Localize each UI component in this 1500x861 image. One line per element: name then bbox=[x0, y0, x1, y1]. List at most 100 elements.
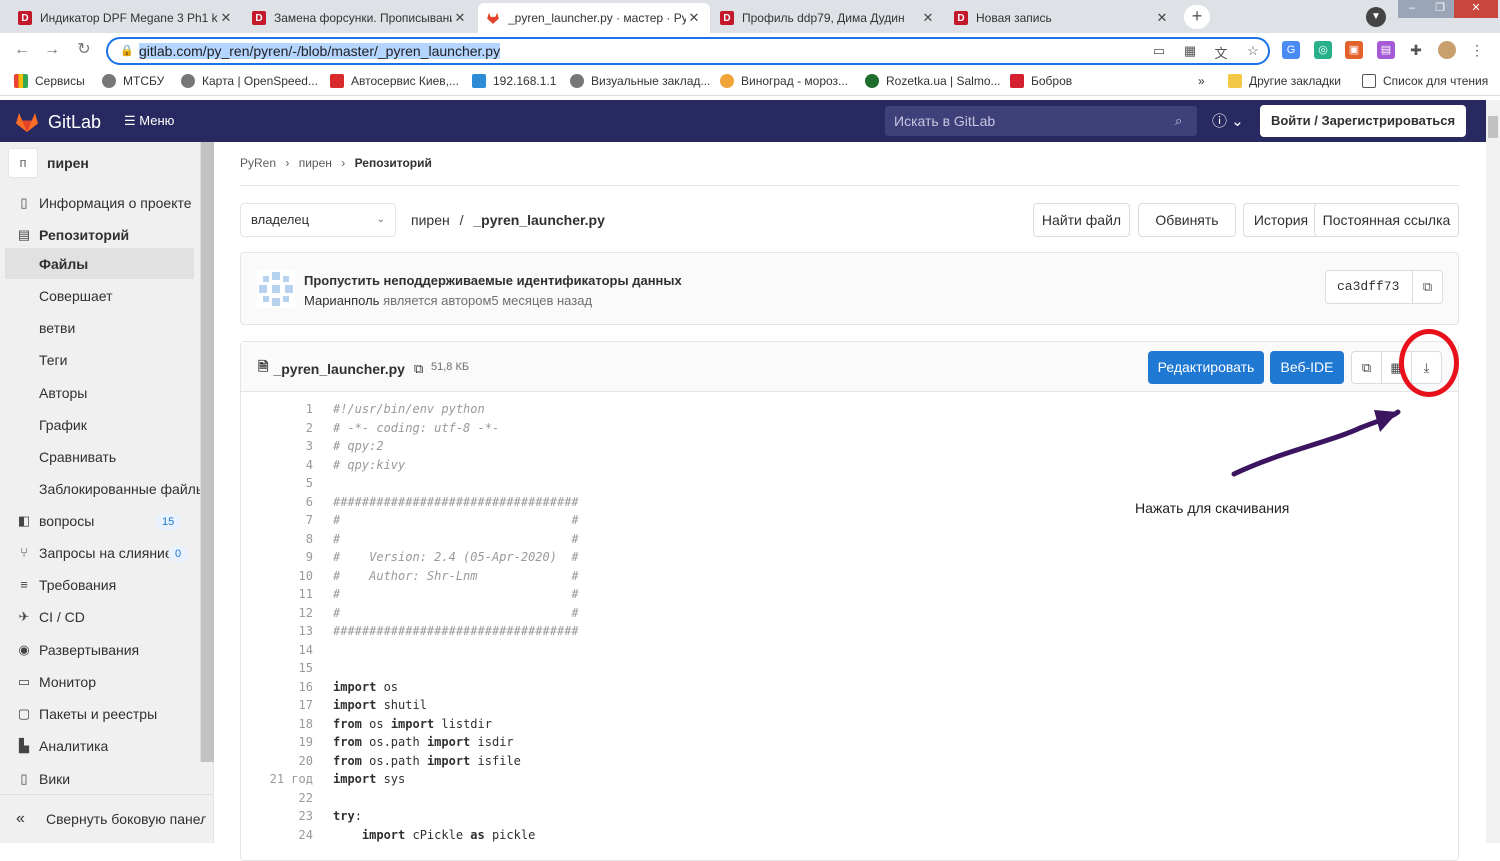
browser-tab[interactable]: D Замена форсунки. Прописывание ✕ bbox=[244, 3, 476, 33]
line-number[interactable]: 19 bbox=[241, 735, 313, 749]
commit-sha-box[interactable]: ca3dff73 ⧉ bbox=[1325, 270, 1443, 304]
new-tab-button[interactable]: + bbox=[1184, 5, 1210, 29]
breadcrumb-item[interactable]: Репозиторий bbox=[355, 156, 432, 170]
bookmark-item[interactable]: Сервисы bbox=[14, 74, 85, 88]
close-tab-icon[interactable]: ✕ bbox=[920, 10, 936, 26]
profile-avatar[interactable] bbox=[1438, 41, 1456, 59]
line-number[interactable]: 20 bbox=[241, 754, 313, 768]
sidebar-item-repository[interactable]: ▤ Репозиторий bbox=[0, 222, 200, 248]
line-number[interactable]: 22 bbox=[241, 791, 313, 805]
web-ide-button[interactable]: Веб-IDE bbox=[1270, 351, 1344, 384]
bookmark-item[interactable]: Визуальные заклад... bbox=[570, 74, 710, 88]
extension-icon[interactable]: ▣ bbox=[1345, 41, 1363, 59]
gitlab-logo[interactable]: GitLab bbox=[14, 110, 101, 134]
history-button[interactable]: История bbox=[1243, 203, 1319, 237]
bookmark-item[interactable]: Бобров bbox=[1010, 74, 1072, 88]
sidebar-item-requirements[interactable]: ≡ Требования bbox=[0, 572, 200, 598]
find-file-button[interactable]: Найти файл bbox=[1033, 203, 1130, 237]
close-tab-icon[interactable]: ✕ bbox=[452, 10, 468, 26]
close-tab-icon[interactable]: ✕ bbox=[1154, 10, 1170, 26]
forward-icon[interactable]: → bbox=[42, 40, 62, 60]
extension-icon[interactable]: ▤ bbox=[1377, 41, 1395, 59]
browser-tab-active[interactable]: _pyren_launcher.py · мастер · PyRen ✕ bbox=[478, 3, 710, 33]
copy-path-icon[interactable]: ⧉ bbox=[414, 361, 423, 377]
copy-contents-icon[interactable]: ⧉ bbox=[1351, 351, 1382, 384]
translate-icon[interactable]: 文 bbox=[1212, 43, 1230, 61]
edit-button[interactable]: Редактировать bbox=[1148, 351, 1264, 384]
line-number[interactable]: 14 bbox=[241, 643, 313, 657]
url-bar[interactable]: 🔒 gitlab.com/py_ren/pyren/-/blob/master/… bbox=[106, 37, 1270, 65]
bookmarks-more-button[interactable]: » bbox=[1198, 74, 1205, 88]
sidebar-scrollbar[interactable] bbox=[200, 142, 214, 762]
line-number[interactable]: 15 bbox=[241, 661, 313, 675]
minimize-icon[interactable]: – bbox=[1398, 0, 1426, 18]
sidebar-item-branches[interactable]: ветви bbox=[0, 315, 200, 341]
tab-search-icon[interactable]: ▼ bbox=[1366, 7, 1386, 27]
line-number[interactable]: 18 bbox=[241, 717, 313, 731]
sidebar-item-cicd[interactable]: ✈ CI / CD bbox=[0, 604, 200, 630]
line-number[interactable]: 9 bbox=[241, 550, 313, 564]
sidebar-item-issues[interactable]: ◧ вопросы 15 bbox=[0, 508, 200, 534]
url-text[interactable]: gitlab.com/py_ren/pyren/-/blob/master/_p… bbox=[139, 43, 501, 59]
collapse-sidebar-button[interactable]: « Свернуть боковую панель bbox=[0, 794, 214, 843]
sidebar-item-project-info[interactable]: ▯ Информация о проекте bbox=[0, 190, 200, 216]
more-menu-icon[interactable]: ⋮ bbox=[1468, 41, 1486, 59]
sidebar-item-monitor[interactable]: ▭ Монитор bbox=[0, 669, 200, 695]
sidebar-item-analytics[interactable]: ▙ Аналитика bbox=[0, 733, 200, 759]
close-tab-icon[interactable]: ✕ bbox=[218, 10, 234, 26]
breadcrumb-item[interactable]: PyRen bbox=[240, 156, 276, 170]
sidebar-item-graph[interactable]: График bbox=[0, 412, 200, 438]
line-number[interactable]: 7 bbox=[241, 513, 313, 527]
line-number[interactable]: 4 bbox=[241, 458, 313, 472]
menu-button[interactable]: ☰ Меню bbox=[124, 113, 174, 129]
line-number[interactable]: 8 bbox=[241, 532, 313, 546]
back-icon[interactable]: ← bbox=[12, 40, 32, 60]
bookmark-item[interactable]: Автосервис Киев,... bbox=[330, 74, 459, 88]
search-input[interactable]: Искать в GitLab bbox=[885, 106, 1197, 136]
path-root-link[interactable]: пирен bbox=[411, 212, 450, 228]
line-number[interactable]: 12 bbox=[241, 606, 313, 620]
branch-dropdown[interactable]: владелец ⌄ bbox=[240, 203, 396, 237]
bookmark-item[interactable]: Виноград - мороз... bbox=[720, 74, 848, 88]
line-number[interactable]: 13 bbox=[241, 624, 313, 638]
commit-message[interactable]: Пропустить неподдерживаемые идентификато… bbox=[304, 273, 682, 288]
sidebar-item-commits[interactable]: Совершает bbox=[0, 283, 200, 309]
sidebar-item-files[interactable]: Файлы bbox=[5, 248, 194, 279]
line-number[interactable]: 21 год bbox=[241, 772, 313, 786]
bookmark-item[interactable]: 192.168.1.1 bbox=[472, 74, 556, 88]
line-number[interactable]: 6 bbox=[241, 495, 313, 509]
sidebar-item-packages[interactable]: ▢ Пакеты и реестры bbox=[0, 701, 200, 727]
copy-sha-icon[interactable]: ⧉ bbox=[1412, 271, 1442, 303]
sidebar-item-wiki[interactable]: ▯ Вики bbox=[0, 766, 200, 792]
sidebar-item-locked-files[interactable]: Заблокированные файлы bbox=[0, 476, 206, 502]
browser-tab[interactable]: D Профиль ddp79, Дима Дудин ✕ bbox=[712, 3, 944, 33]
close-tab-icon[interactable]: ✕ bbox=[686, 10, 702, 26]
sidebar-item-deployments[interactable]: ◉ Развертывания bbox=[0, 637, 200, 663]
bookmark-item[interactable]: МТСБУ bbox=[102, 74, 164, 88]
breadcrumb-item[interactable]: пирен bbox=[299, 156, 332, 170]
puzzle-icon[interactable]: ✚ bbox=[1407, 41, 1425, 59]
browser-tab[interactable]: D Индикатор DPF Megane 3 Ph1 k9k ✕ bbox=[10, 3, 242, 33]
translate-extension-icon[interactable]: G bbox=[1282, 41, 1300, 59]
maximize-icon[interactable]: ❐ bbox=[1426, 0, 1454, 18]
permalink-button[interactable]: Постоянная ссылка bbox=[1314, 203, 1459, 237]
sign-in-button[interactable]: Войти / Зарегистрироваться bbox=[1260, 105, 1466, 137]
line-number[interactable]: 11 bbox=[241, 587, 313, 601]
reading-list[interactable]: Список для чтения bbox=[1362, 74, 1488, 88]
bookmark-item[interactable]: Карта | OpenSpeed... bbox=[181, 74, 318, 88]
help-icon[interactable]: ⓘ ⌄ bbox=[1212, 110, 1244, 131]
project-header[interactable]: п пирен bbox=[8, 148, 89, 178]
extension-icon[interactable]: ◎ bbox=[1314, 41, 1332, 59]
reload-icon[interactable]: ↻ bbox=[74, 40, 94, 60]
commit-author[interactable]: Марианполь bbox=[304, 293, 379, 308]
bookmark-star-icon[interactable]: ☆ bbox=[1244, 43, 1262, 61]
line-number[interactable]: 2 bbox=[241, 421, 313, 435]
sidebar-item-contributors[interactable]: Авторы bbox=[0, 380, 200, 406]
line-number[interactable]: 16 bbox=[241, 680, 313, 694]
sidebar-item-merge-requests[interactable]: ⑂ Запросы на слияние 0 bbox=[0, 540, 200, 566]
sidebar-item-compare[interactable]: Сравнивать bbox=[0, 444, 200, 470]
close-window-icon[interactable]: ✕ bbox=[1454, 0, 1498, 18]
cast-icon[interactable]: ▭ bbox=[1150, 43, 1168, 61]
bookmark-item[interactable]: Rozetka.ua | Salmo... bbox=[865, 74, 1001, 88]
line-number[interactable]: 17 bbox=[241, 698, 313, 712]
